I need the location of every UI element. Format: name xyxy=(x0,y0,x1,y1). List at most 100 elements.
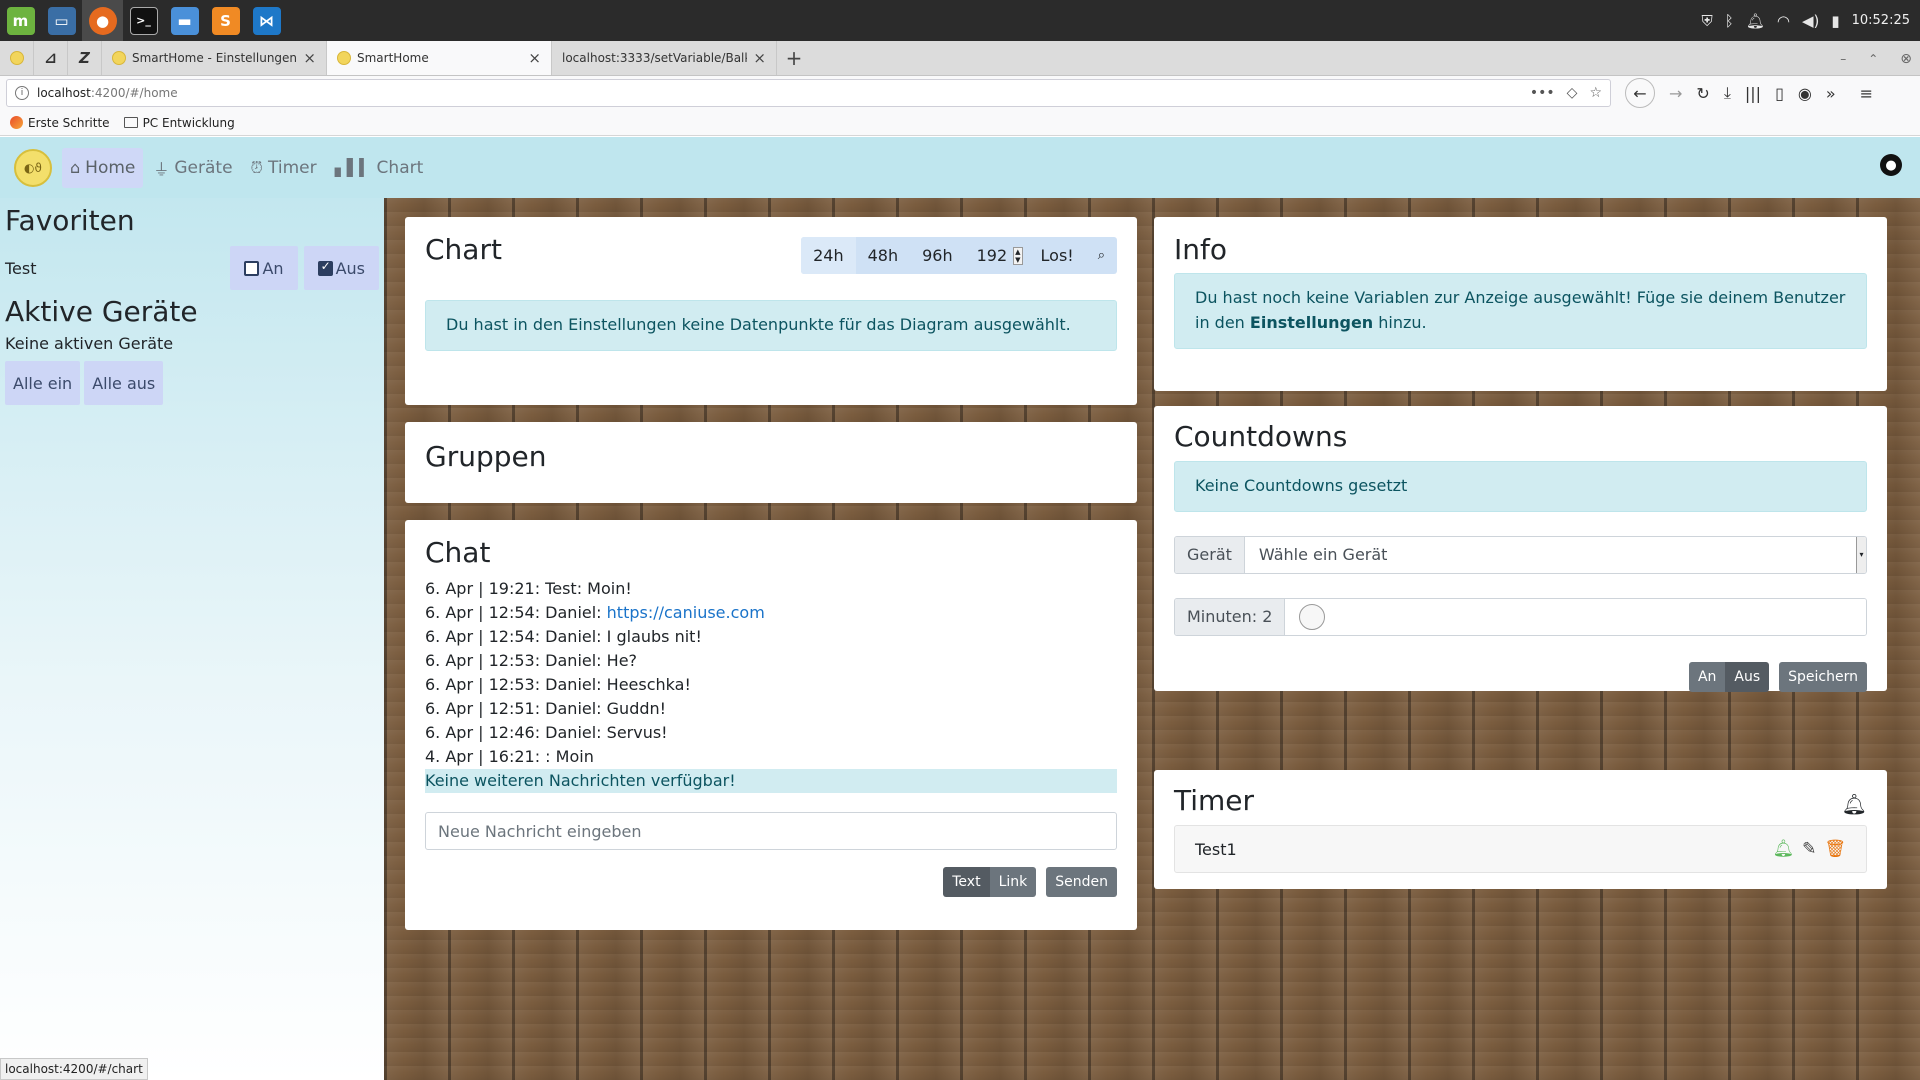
range-24h-button[interactable]: 24h xyxy=(801,237,856,274)
all-off-button[interactable]: Alle aus xyxy=(84,361,164,405)
select-arrow-icon[interactable]: ▾ xyxy=(1856,536,1866,573)
linuxmint-menu-icon[interactable]: m xyxy=(0,0,41,41)
text-type-button[interactable]: Text xyxy=(943,867,990,897)
chat-message: 6. Apr | 12:53: Daniel: He? xyxy=(425,651,638,670)
chat-message: 4. Apr | 16:21: : Moin xyxy=(425,747,594,766)
countdown-on-button[interactable]: An xyxy=(1688,661,1726,692)
library-icon[interactable]: ||| xyxy=(1745,84,1761,103)
minimize-icon[interactable]: – xyxy=(1840,52,1846,66)
close-tab-icon[interactable]: × xyxy=(753,49,766,67)
info-message-suffix: hinzu. xyxy=(1373,312,1427,332)
nav-home[interactable]: ⌂ Home xyxy=(62,147,144,188)
bluetooth-icon[interactable]: ᛒ xyxy=(1725,12,1734,30)
countdown-off-button[interactable]: Aus xyxy=(1725,661,1770,692)
forward-icon[interactable]: → xyxy=(1669,84,1682,103)
back-icon[interactable]: ← xyxy=(1625,78,1655,108)
save-countdown-button[interactable]: Speichern xyxy=(1779,661,1867,692)
custom-hours-input[interactable]: 192 ▲ ▼ xyxy=(965,237,1029,274)
settings-link[interactable]: Einstellungen xyxy=(1250,313,1373,332)
spinner-arrows-icon[interactable]: ▲ ▼ xyxy=(1013,246,1023,265)
link-type-button[interactable]: Link xyxy=(989,867,1037,897)
home-icon: ⌂ xyxy=(70,158,81,177)
files-icon[interactable]: ▬ xyxy=(164,0,205,41)
reload-icon[interactable]: ↻ xyxy=(1696,84,1709,103)
terminal-icon[interactable]: >_ xyxy=(123,0,164,41)
smarthome-logo[interactable]: ◐ϑ xyxy=(14,148,52,187)
sidebar-icon[interactable]: ▯ xyxy=(1775,84,1784,103)
firefox-bookmark-icon xyxy=(10,116,23,129)
edit-pencil-icon[interactable]: ✎ xyxy=(1802,839,1816,859)
url-bar[interactable]: i localhost:4200/#/home ••• ◇ ☆ xyxy=(6,79,1611,107)
pinned-tab-zotero[interactable]: Z xyxy=(68,41,102,75)
add-timer-bell-icon[interactable]: 🔔︎ xyxy=(1842,792,1867,816)
chat-link[interactable]: https://caniuse.com xyxy=(607,603,765,622)
tab-setvariable[interactable]: localhost:3333/setVariable/Balkon × xyxy=(552,41,777,75)
tab-title: SmartHome xyxy=(357,51,429,65)
minutes-slider[interactable] xyxy=(1285,598,1866,635)
show-desktop-icon[interactable]: ▭ xyxy=(41,0,82,41)
pinned-tab-2[interactable]: ⊿ xyxy=(34,41,68,75)
chat-message-input[interactable]: Neue Nachricht eingeben xyxy=(425,812,1117,850)
shield-icon[interactable]: ⛨ xyxy=(1702,12,1713,30)
nav-chart[interactable]: ▖▌▍ Chart xyxy=(327,148,432,188)
nav-timer[interactable]: ⏰︎ Timer xyxy=(243,148,325,188)
bookmark-erste-schritte[interactable]: Erste Schritte xyxy=(10,116,110,130)
device-select[interactable]: Wähle ein Gerät xyxy=(1244,536,1856,573)
extension-icon[interactable]: ◉ xyxy=(1798,84,1812,103)
device-label: Gerät xyxy=(1175,536,1245,573)
page-actions-icon[interactable]: ••• xyxy=(1530,85,1555,101)
new-tab-button[interactable]: + xyxy=(777,41,811,75)
no-more-messages: Keine weiteren Nachrichten verfügbar! xyxy=(425,769,1117,793)
system-tray: ⛨ ᛒ 🔔︎ ◠ ◀) ▮ 10:52:25 xyxy=(1702,0,1910,41)
favorite-off-button[interactable]: Aus xyxy=(303,246,379,290)
pinned-tab-smarthome[interactable] xyxy=(0,41,34,75)
overflow-icon[interactable]: » xyxy=(1826,84,1836,103)
delete-trash-icon[interactable]: 🗑︎ xyxy=(1824,839,1846,859)
user-account-icon[interactable]: ● xyxy=(1880,154,1902,176)
nav-label: Geräte xyxy=(174,157,233,178)
wifi-icon[interactable]: ◠ xyxy=(1777,12,1790,30)
sublime-icon[interactable]: S xyxy=(205,0,246,41)
bell-icon[interactable]: 🔔︎ xyxy=(1746,12,1765,30)
groups-card: Gruppen xyxy=(405,422,1137,503)
restore-icon[interactable]: ⌃ xyxy=(1868,52,1878,66)
volume-icon[interactable]: ◀) xyxy=(1802,12,1819,30)
nav-label: Home xyxy=(85,157,136,178)
sidebar: Favoriten Test An Aus Aktive Geräte Kein… xyxy=(0,198,384,1080)
bell-active-icon[interactable]: 🔔︎ xyxy=(1773,839,1795,859)
tab-smarthome[interactable]: SmartHome × xyxy=(327,41,552,75)
bookmark-pc-entwicklung[interactable]: PC Entwicklung xyxy=(123,115,235,130)
tab-einstellungen[interactable]: SmartHome - Einstellungen × xyxy=(102,41,327,75)
vscode-icon[interactable]: ⋈ xyxy=(246,0,287,41)
nav-geraete[interactable]: ⏚ Geräte xyxy=(145,148,240,188)
close-window-icon[interactable]: ⊗ xyxy=(1900,51,1912,67)
chat-card: Chat 6. Apr | 19:21: Test: Moin! 6. Apr … xyxy=(405,520,1137,930)
favorite-on-button[interactable]: An xyxy=(230,246,298,290)
firefox-icon[interactable]: ● xyxy=(82,0,123,41)
zotero-icon: Z xyxy=(79,49,90,67)
chart-card: Chart 24h 48h 96h 192 ▲ ▼ Los! ⌕ Du hast … xyxy=(405,217,1137,405)
pocket-icon[interactable]: ◇ xyxy=(1567,85,1578,101)
site-info-icon[interactable]: i xyxy=(15,86,29,100)
bar-chart-icon: ▖▌▍ xyxy=(334,158,372,177)
hamburger-menu-icon[interactable]: ≡ xyxy=(1860,84,1873,103)
downloads-icon[interactable]: ⤓ xyxy=(1724,83,1731,103)
slider-knob[interactable] xyxy=(1299,603,1326,630)
pinned-site-icon: ⊿ xyxy=(44,49,57,67)
go-button[interactable]: Los! xyxy=(1029,237,1086,274)
os-taskbar: m ▭ ● >_ ▬ S ⋈ ⛨ ᛒ 🔔︎ ◠ ◀) ▮ 10:52:25 xyxy=(0,0,1920,41)
bookmark-label: PC Entwicklung xyxy=(142,115,235,130)
range-48h-button[interactable]: 48h xyxy=(856,237,911,274)
chart-no-datapoints-alert: Du hast in den Einstellungen keine Daten… xyxy=(425,300,1117,351)
all-on-button[interactable]: Alle ein xyxy=(5,361,81,405)
clock[interactable]: 10:52:25 xyxy=(1852,13,1910,28)
bookmark-star-icon[interactable]: ☆ xyxy=(1589,85,1602,101)
send-button[interactable]: Senden xyxy=(1046,867,1117,897)
minutes-label: Minuten: 2 xyxy=(1175,598,1286,635)
search-icon[interactable]: ⌕ xyxy=(1086,237,1117,274)
close-tab-icon[interactable]: × xyxy=(528,49,541,67)
browser-toolbar: i localhost:4200/#/home ••• ◇ ☆ ← → ↻ ⤓ … xyxy=(0,76,1920,110)
close-tab-icon[interactable]: × xyxy=(303,49,316,67)
battery-icon[interactable]: ▮ xyxy=(1831,12,1839,30)
range-96h-button[interactable]: 96h xyxy=(910,237,965,274)
